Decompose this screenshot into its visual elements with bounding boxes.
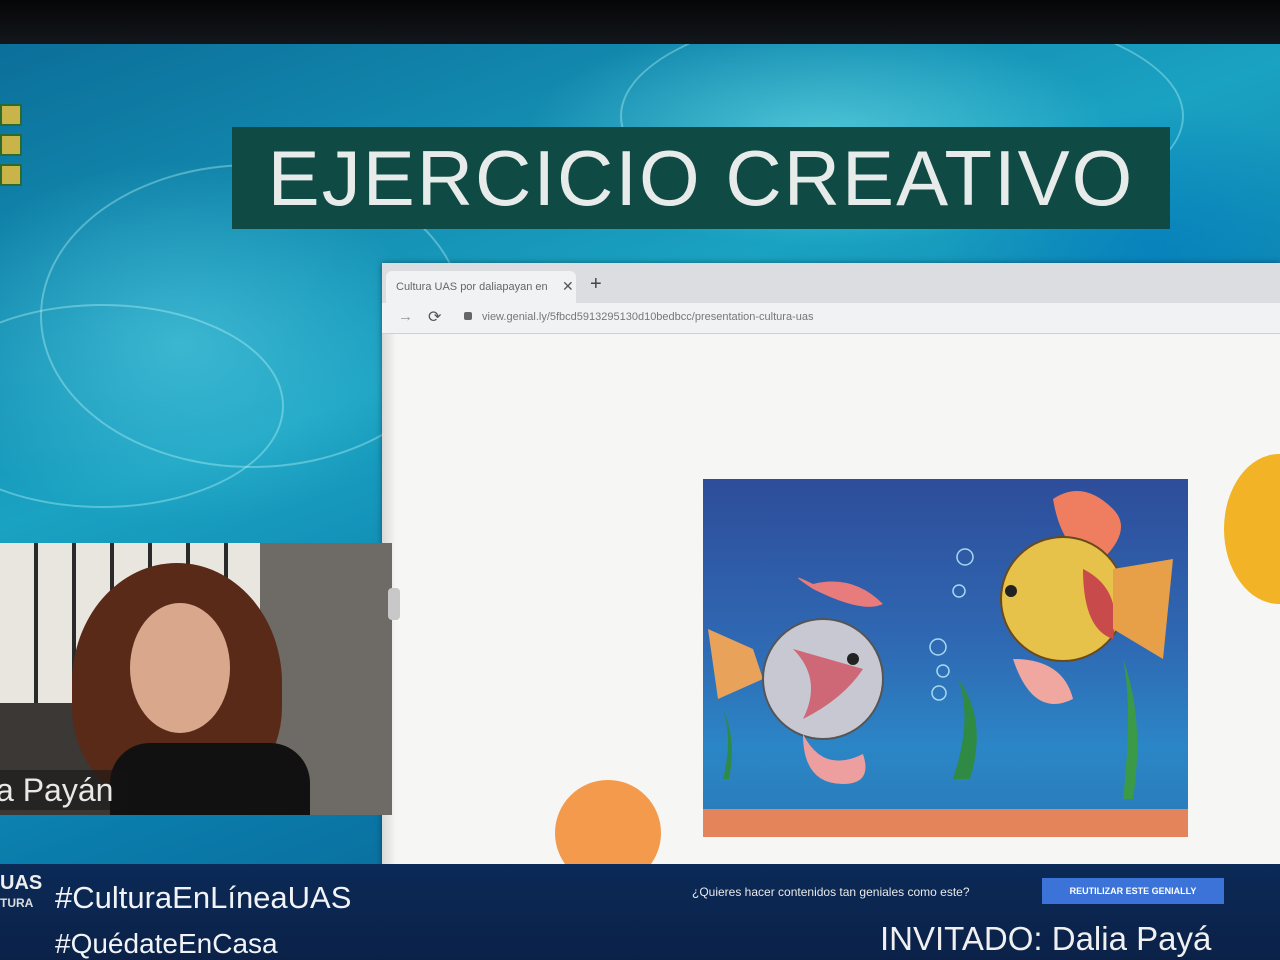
guest-label: INVITADO: Dalia Payá xyxy=(880,920,1212,957)
fish-artwork-drawing xyxy=(703,491,1188,837)
webcam-name-tag: a Payán xyxy=(0,770,128,810)
hashtag-cultura: #CulturaEnLíneaUAS xyxy=(55,880,352,915)
browser-tab[interactable]: Cultura UAS por daliapayan en ✕ xyxy=(386,271,576,303)
institution-logo xyxy=(0,104,22,192)
lock-icon xyxy=(464,312,472,320)
reload-icon[interactable]: ⟳ xyxy=(428,307,441,327)
logo-text-sub: TURA xyxy=(0,896,34,910)
close-icon[interactable]: ✕ xyxy=(562,278,574,295)
cta-text: ¿Quieres hacer contenidos tan geniales c… xyxy=(692,885,970,899)
slide-title: EJERCICIO CREATIVO xyxy=(267,134,1135,222)
decorative-yellow-circle xyxy=(1224,454,1280,604)
slide-title-box: EJERCICIO CREATIVO xyxy=(232,127,1170,229)
reuse-genially-button[interactable]: REUTILIZAR ESTE GENIALLY xyxy=(1042,878,1224,904)
address-bar: → ⟳ view.genial.ly/5fbcd5913295130d10bed… xyxy=(382,303,1280,334)
bubbles xyxy=(929,548,974,701)
fish-left xyxy=(708,577,884,784)
genially-page: genially xyxy=(382,334,1280,919)
new-tab-button[interactable]: + xyxy=(590,273,602,296)
tab-title: Cultura UAS por daliapayan en xyxy=(396,281,548,293)
logo-text-main: UAS xyxy=(0,872,43,894)
shared-browser-window: Cultura UAS por daliapayan en ✕ + → ⟳ vi… xyxy=(382,263,1280,919)
monitor-bezel xyxy=(0,0,1280,48)
speaker-face xyxy=(130,603,230,733)
fish-right xyxy=(1000,491,1173,704)
speaker-body xyxy=(110,743,310,815)
fish-artwork-image xyxy=(703,479,1188,837)
forward-icon[interactable]: → xyxy=(398,308,413,325)
scroll-handle[interactable] xyxy=(388,588,400,620)
speaker-name: a Payán xyxy=(0,772,114,808)
hashtag-quedate: #QuédateEnCasa xyxy=(55,928,278,959)
speaker-webcam: a Payán xyxy=(0,543,392,815)
genially-cta-strip: ¿Quieres hacer contenidos tan geniales c… xyxy=(682,874,1242,912)
url-field[interactable]: view.genial.ly/5fbcd5913295130d10bedbcc/… xyxy=(482,311,813,323)
browser-tab-bar: Cultura UAS por daliapayan en ✕ + xyxy=(382,263,1280,303)
uas-cultura-logo: UAS xyxy=(0,872,43,894)
